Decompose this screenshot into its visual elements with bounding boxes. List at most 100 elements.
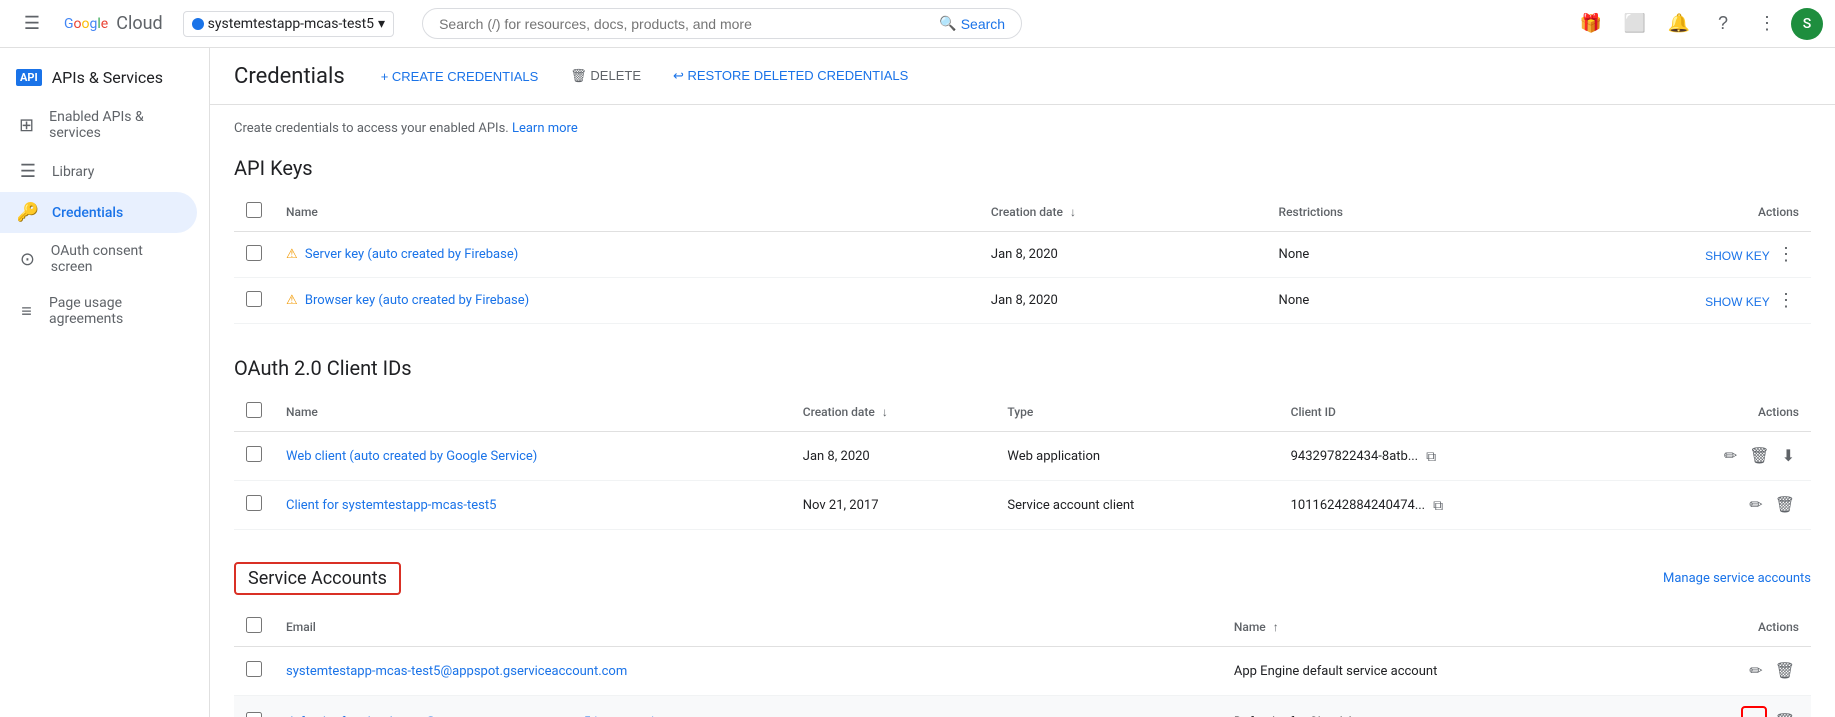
show-key-1-button[interactable]: SHOW KEY <box>1705 249 1770 263</box>
edit-oauth-1-button[interactable]: ✏ <box>1720 442 1741 470</box>
learn-more-link[interactable]: Learn more <box>512 121 578 136</box>
oauth-row-2-actions-cell: ✏ 🗑 <box>1617 481 1811 530</box>
delete-sa-2-button[interactable]: 🗑 <box>1771 708 1799 717</box>
oauth-row-1-link[interactable]: Web client (auto created by Google Servi… <box>286 449 537 464</box>
sidebar-label-page-usage: Page usage agreements <box>49 295 181 327</box>
oauth-row-2-checkbox[interactable] <box>246 495 262 511</box>
api-keys-title: API Keys <box>234 156 1811 180</box>
help-button[interactable]: ? <box>1703 4 1743 44</box>
service-accounts-actions-header: Actions <box>1655 607 1811 647</box>
terminal-icon-button[interactable]: ⬜ <box>1615 4 1655 44</box>
api-key-2-link[interactable]: Browser key (auto created by Firebase) <box>305 293 529 308</box>
api-key-2-checkbox-cell <box>234 278 274 324</box>
delete-oauth-2-button[interactable]: 🗑 <box>1771 491 1799 519</box>
api-key-1-actions-cell: SHOW KEY ⋮ <box>1500 232 1811 278</box>
topbar: ☰ Google Cloud systemtestapp-mcas-test5 … <box>0 0 1835 48</box>
sa-row-2-actions-cell: ✏ Edit service account 🗑 <box>1655 696 1811 717</box>
search-button[interactable]: 🔍 Search <box>939 15 1005 32</box>
api-key-1-link[interactable]: Server key (auto created by Firebase) <box>305 247 518 262</box>
service-accounts-select-all-checkbox[interactable] <box>246 617 262 633</box>
download-oauth-1-button[interactable]: ⬇ <box>1778 442 1799 470</box>
edit-oauth-2-button[interactable]: ✏ <box>1745 491 1766 519</box>
oauth-section: OAuth 2.0 Client IDs Name Creation date <box>234 356 1811 530</box>
sidebar-item-credentials[interactable]: 🔑 Credentials <box>0 192 197 233</box>
oauth-row-2-date-cell: Nov 21, 2017 <box>791 481 996 530</box>
oauth-row-2-link[interactable]: Client for systemtestapp-mcas-test5 <box>286 498 496 513</box>
table-row: Web client (auto created by Google Servi… <box>234 432 1811 481</box>
sa-row-1-email-link[interactable]: systemtestapp-mcas-test5@appspot.gservic… <box>286 664 627 679</box>
api-keys-date-header[interactable]: Creation date ↓ <box>979 192 1267 232</box>
service-accounts-tbody: systemtestapp-mcas-test5@appspot.gservic… <box>234 647 1811 717</box>
delete-sa-1-button[interactable]: 🗑 <box>1771 657 1799 685</box>
service-accounts-table: Email Name ↑ Actions <box>234 607 1811 717</box>
copy-client-id-1-button[interactable]: ⧉ <box>1422 446 1440 467</box>
sidebar-item-oauth[interactable]: ⊙ OAuth consent screen <box>0 233 197 285</box>
api-keys-restrictions-header: Restrictions <box>1267 192 1500 232</box>
api-keys-header-row: Name Creation date ↓ Restrictions Action… <box>234 192 1811 232</box>
sidebar-item-enabled-apis[interactable]: ⊞ Enabled APIs & services <box>0 99 197 151</box>
table-row: Client for systemtestapp-mcas-test5 Nov … <box>234 481 1811 530</box>
cloud-text: Cloud <box>116 13 162 34</box>
oauth-row-1-date-cell: Jan 8, 2020 <box>791 432 996 481</box>
show-key-2-button[interactable]: SHOW KEY <box>1705 295 1770 309</box>
oauth-table: Name Creation date ↓ Type Client ID <box>234 392 1811 530</box>
delete-oauth-1-button[interactable]: 🗑 <box>1745 442 1773 470</box>
sa-row-2-name-cell: Defender for Cloud Apps <box>1222 696 1655 717</box>
api-key-2-date-cell: Jan 8, 2020 <box>979 278 1267 324</box>
sa-row-1-actions-cell: ✏ 🗑 <box>1655 647 1811 696</box>
api-keys-actions-header: Actions <box>1500 192 1811 232</box>
info-text: Create credentials to access your enable… <box>234 121 1811 136</box>
header-actions: + CREATE CREDENTIALS 🗑 DELETE ↩ RESTORE … <box>369 62 921 90</box>
table-row: systemtestapp-mcas-test5@appspot.gservic… <box>234 647 1811 696</box>
oauth-header-row: Name Creation date ↓ Type Client ID <box>234 392 1811 432</box>
project-selector[interactable]: systemtestapp-mcas-test5 ▾ <box>183 11 394 37</box>
oauth-clientid-header: Client ID <box>1279 392 1618 432</box>
api-keys-name-header: Name <box>274 192 979 232</box>
gift-icon-button[interactable]: 🎁 <box>1571 4 1611 44</box>
api-icon: API <box>16 69 42 86</box>
edit-sa-2-button[interactable]: ✏ <box>1741 706 1766 717</box>
avatar[interactable]: S <box>1791 8 1823 40</box>
oauth-select-all-checkbox[interactable] <box>246 402 262 418</box>
create-credentials-button[interactable]: + CREATE CREDENTIALS <box>369 63 551 90</box>
api-key-1-name-cell: ⚠ Server key (auto created by Firebase) <box>274 232 979 278</box>
main-content: Credentials + CREATE CREDENTIALS 🗑 DELET… <box>210 48 1835 717</box>
topbar-right: 🎁 ⬜ 🔔 ? ⋮ S <box>1571 4 1823 44</box>
sidebar-item-page-usage[interactable]: ≡ Page usage agreements <box>0 285 197 337</box>
api-key-2-checkbox[interactable] <box>246 291 262 307</box>
restore-deleted-credentials-button[interactable]: ↩ RESTORE DELETED CREDENTIALS <box>661 62 920 90</box>
api-key-1-checkbox[interactable] <box>246 245 262 261</box>
oauth-row-1-clientid-cell: 943297822434-8atb... ⧉ <box>1279 432 1618 481</box>
api-keys-thead: Name Creation date ↓ Restrictions Action… <box>234 192 1811 232</box>
project-dot <box>192 18 204 30</box>
page-header: Credentials + CREATE CREDENTIALS 🗑 DELET… <box>210 48 1835 105</box>
notifications-button[interactable]: 🔔 <box>1659 4 1699 44</box>
sa-row-2-checkbox[interactable] <box>246 712 262 717</box>
oauth-row-1-checkbox[interactable] <box>246 446 262 462</box>
oauth-date-header[interactable]: Creation date ↓ <box>791 392 996 432</box>
sa-row-1-checkbox[interactable] <box>246 661 262 677</box>
edit-sa-1-button[interactable]: ✏ <box>1745 657 1766 685</box>
more-options-button[interactable]: ⋮ <box>1747 4 1787 44</box>
menu-icon[interactable]: ☰ <box>12 4 52 44</box>
service-accounts-name-header[interactable]: Name ↑ <box>1222 607 1655 647</box>
oauth-row-1-type-cell: Web application <box>995 432 1278 481</box>
api-keys-select-all-checkbox[interactable] <box>246 202 262 218</box>
search-bar: 🔍 Search <box>422 8 1022 39</box>
oauth-title: OAuth 2.0 Client IDs <box>234 356 1811 380</box>
api-keys-table: Name Creation date ↓ Restrictions Action… <box>234 192 1811 324</box>
service-accounts-header-row: Email Name ↑ Actions <box>234 607 1811 647</box>
search-input[interactable] <box>439 16 931 32</box>
copy-client-id-2-button[interactable]: ⧉ <box>1429 495 1447 516</box>
sidebar-item-library[interactable]: ☰ Library <box>0 151 197 192</box>
api-key-1-more-button[interactable]: ⋮ <box>1773 242 1799 267</box>
manage-service-accounts-link[interactable]: Manage service accounts <box>1663 571 1811 586</box>
project-name: systemtestapp-mcas-test5 <box>208 16 374 32</box>
api-keys-select-all-header <box>234 192 274 232</box>
page-usage-icon: ≡ <box>16 301 37 322</box>
api-key-2-more-button[interactable]: ⋮ <box>1773 288 1799 313</box>
service-accounts-thead: Email Name ↑ Actions <box>234 607 1811 647</box>
delete-button[interactable]: 🗑 DELETE <box>558 62 653 90</box>
google-cloud-logo[interactable]: Google Cloud <box>64 13 163 34</box>
app-body: API APIs & Services ⊞ Enabled APIs & ser… <box>0 48 1835 717</box>
